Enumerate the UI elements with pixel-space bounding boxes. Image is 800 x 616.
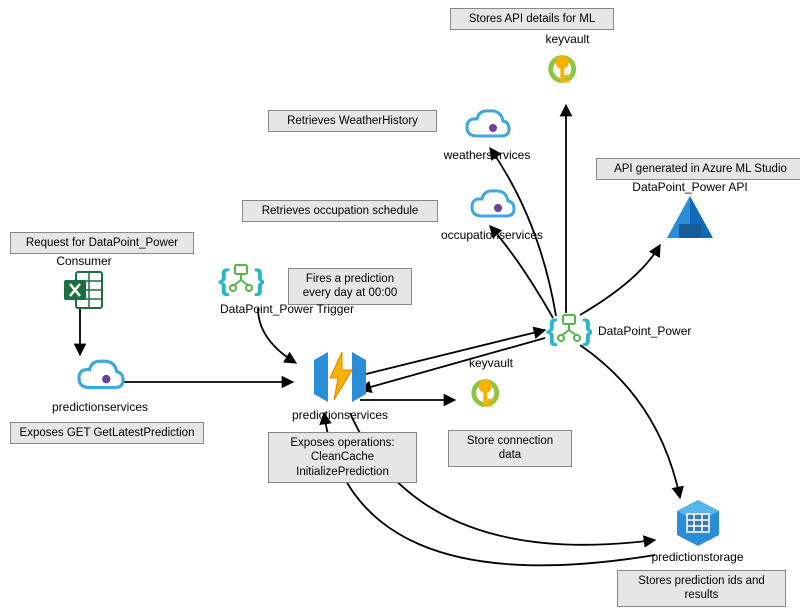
node-occupationservices: occupationservices — [432, 186, 552, 242]
label-exposes-get: Exposes GET GetLatestPrediction — [10, 422, 204, 444]
cloud-dot-icon — [74, 356, 126, 398]
keyvault-icon — [545, 46, 591, 92]
label-retrieves-occupation: Retrieves occupation schedule — [242, 200, 438, 222]
storage-table-icon — [673, 498, 723, 548]
node-datapoint-power: { } DataPoint_Power — [546, 310, 726, 350]
datapoint-api-label: DataPoint_Power API — [632, 180, 747, 194]
node-predictionstorage: predictionstorage — [640, 498, 755, 564]
excel-icon — [62, 268, 106, 312]
predictionservices-center-label: predictionservices — [292, 408, 388, 422]
node-weatherservices: weatherservices — [432, 106, 542, 162]
logic-app-icon: { } — [546, 310, 592, 350]
cloud-dot-icon — [468, 186, 516, 226]
datapoint-power-label: DataPoint_Power — [598, 324, 691, 338]
weatherservices-label: weatherservices — [444, 148, 531, 162]
svg-text:{: { — [546, 314, 558, 347]
occupationservices-label: occupationservices — [441, 228, 543, 242]
keyvault-icon — [468, 370, 514, 416]
label-store-conn-data: Store connection data — [448, 430, 572, 467]
node-keyvault-mid: keyvault — [456, 354, 526, 416]
label-exposes-ops: Exposes operations: CleanCache Initializ… — [268, 432, 417, 483]
node-datapoint-api: DataPoint_Power API — [620, 178, 760, 240]
label-stores-api-ml: Stores API details for ML — [450, 8, 614, 30]
keyvault-mid-label: keyvault — [469, 356, 513, 370]
svg-text:{: { — [218, 264, 230, 297]
node-consumer: Consumer — [48, 252, 120, 312]
predictionstorage-label: predictionstorage — [651, 550, 743, 564]
predictionservices-left-label: predictionservices — [52, 400, 148, 414]
azure-ml-icon — [665, 194, 715, 240]
azure-function-icon — [308, 348, 372, 406]
svg-text:}: } — [582, 314, 592, 347]
datapoint-trigger-label: DataPoint_Power Trigger — [218, 302, 368, 316]
label-retrieves-weather: Retrieves WeatherHistory — [268, 110, 437, 132]
consumer-label: Consumer — [56, 254, 111, 268]
logic-app-icon: { } — [218, 260, 264, 300]
label-stores-pred-ids: Stores prediction ids and results — [617, 570, 786, 607]
node-predictionservices-left: predictionservices — [40, 356, 160, 414]
svg-text:}: } — [254, 264, 264, 297]
node-keyvault-top: keyvault — [540, 30, 595, 92]
cloud-dot-icon — [463, 106, 511, 146]
keyvault-top-label: keyvault — [545, 32, 589, 46]
node-datapoint-trigger: { } DataPoint_Power Trigger — [218, 260, 368, 316]
node-predictionservices-center: predictionservices — [280, 348, 400, 422]
